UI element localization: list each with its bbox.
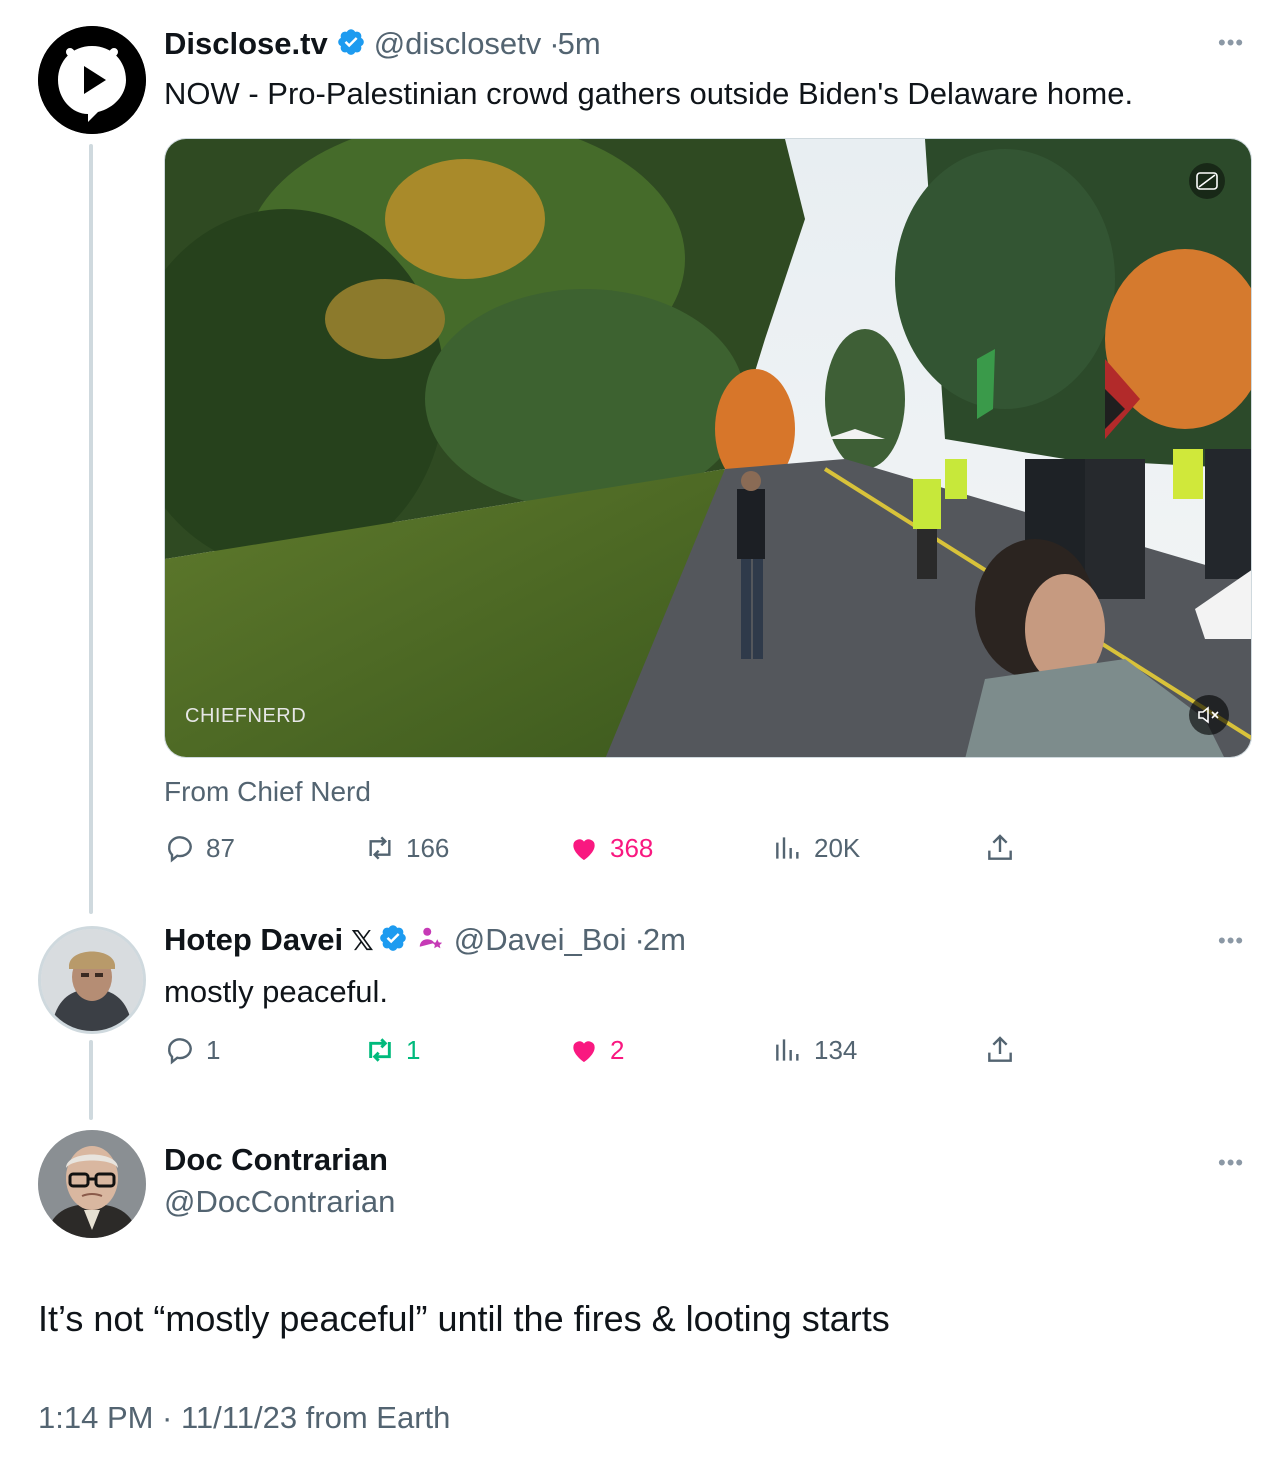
closed-caption-icon[interactable] [1189,163,1225,199]
like-button[interactable]: 2 [568,1030,624,1070]
reply-count: 1 [206,1034,221,1065]
display-name[interactable]: Doc Contrarian [164,1142,388,1178]
tweet-actions: 1 1 2 134 [164,1030,1044,1070]
heart-filled-icon [573,839,595,860]
views-button[interactable]: 20K [772,828,860,868]
more-options-icon[interactable]: ••• [1218,928,1244,954]
verified-badge-icon [336,27,366,62]
like-count: 2 [610,1034,625,1065]
avatar-photo [41,929,143,1031]
reply-icon [168,836,192,863]
repost-active-icon [369,1038,391,1062]
handle[interactable]: @disclosetv [374,26,542,62]
handle[interactable]: @DocContrarian [164,1184,395,1220]
like-button[interactable]: 368 [568,828,653,868]
repost-button[interactable]: 1 [364,1030,420,1070]
repost-count: 166 [406,832,450,863]
view-count: 20K [814,832,861,863]
reply-count: 87 [206,832,235,863]
views-chart-icon [776,1039,799,1061]
tweet-actions: 87 166 368 20K [164,828,1044,868]
thread-line [89,144,93,914]
share-button[interactable] [984,828,1026,868]
mute-icon[interactable] [1189,695,1229,735]
views-chart-icon [776,837,799,859]
reply-button[interactable]: 1 [164,1030,220,1070]
subscriber-badge-icon [416,923,446,958]
share-icon [988,834,1012,860]
tweet-text: It’s not “mostly peaceful” until the fir… [38,1298,890,1339]
views-button[interactable]: 134 [772,1030,857,1070]
more-options-icon[interactable]: ••• [1218,30,1244,56]
avatar-davei-boi[interactable] [38,926,146,1034]
tweet-text: mostly peaceful. [164,974,388,1009]
timestamp[interactable]: 2m [643,922,686,958]
x-logo-icon: 𝕏 [351,924,374,956]
tweet-timestamp[interactable]: 1:14 PM · 11/11/23 from Earth [38,1400,450,1436]
display-name[interactable]: Disclose.tv [164,26,328,62]
like-count: 368 [610,832,654,863]
verified-badge-icon [378,923,408,958]
video-frame-image [165,139,1251,757]
tweet-header: Disclose.tv @disclosetv · 5m [164,26,609,62]
timestamp[interactable]: 5m [558,26,601,62]
thread-line [89,1040,93,1120]
share-button[interactable] [984,1030,1026,1070]
heart-filled-icon [573,1041,595,1062]
tweet-header: Hotep Davei 𝕏 @Davei_Boi · 2m [164,922,694,958]
media-source-link[interactable]: From Chief Nerd [164,776,371,808]
display-name[interactable]: Hotep Davei [164,922,343,958]
disclosetv-logo-icon [38,26,146,134]
repost-icon [369,836,391,860]
avatar-photo [38,1130,146,1238]
avatar-doccontrarian[interactable] [38,1130,146,1238]
repost-button[interactable]: 166 [364,828,449,868]
handle[interactable]: @Davei_Boi [454,922,627,958]
repost-count: 1 [406,1034,421,1065]
view-count: 134 [814,1034,858,1065]
avatar-disclosetv[interactable] [38,26,146,134]
video-watermark: CHIEFNERD [185,705,307,727]
more-options-icon[interactable]: ••• [1218,1150,1244,1176]
share-icon [988,1036,1012,1062]
tweet-text: NOW - Pro-Palestinian crowd gathers outs… [164,76,1134,111]
reply-icon [168,1038,192,1065]
tweet-video[interactable]: CHIEFNERD [164,138,1252,758]
reply-button[interactable]: 87 [164,828,235,868]
